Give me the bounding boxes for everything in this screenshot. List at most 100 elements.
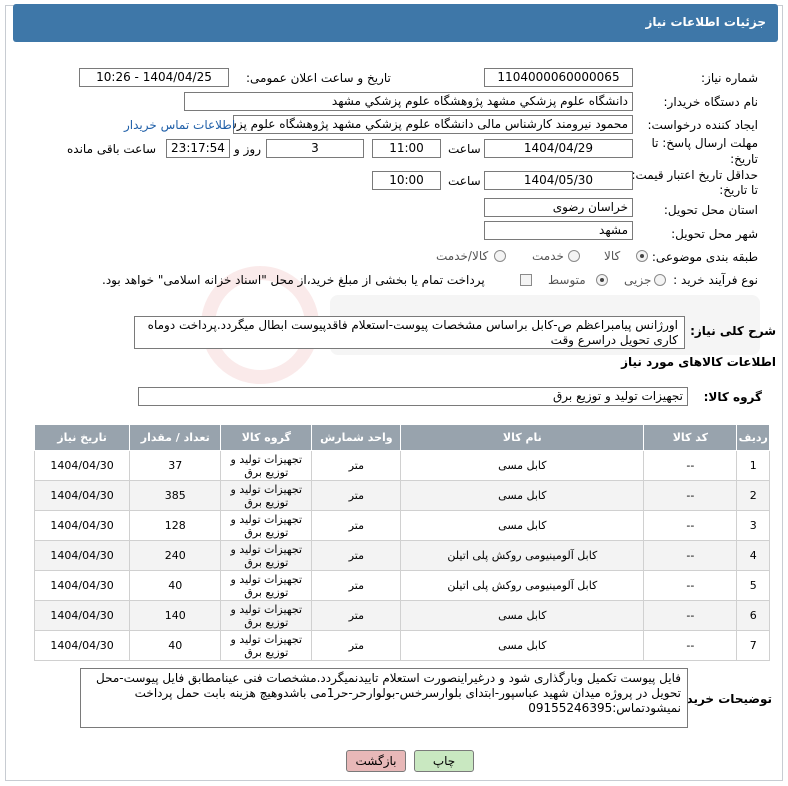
table-row: 4 -- کابل آلومینیومی روکش پلی اتیلن متر تجهی… [33,540,770,571]
goods-group-label: گروه کالا: [703,390,762,404]
table-row: 1 -- کابل مسی متر تجهیزات تولید و توزیع برق 3… [33,450,770,481]
cell-name: کابل مسی [400,510,645,541]
page-title: جزئیات اطلاعات نیاز [645,15,766,29]
cell-code: -- [643,570,738,601]
cell-unit: متر [311,540,402,571]
process-label: نوع فرآیند خرید : [673,273,758,287]
cell-code: -- [643,510,738,541]
col-header-group: گروه کالا [220,424,313,451]
announce-field: 1404/04/25 - 10:26 [79,68,229,87]
cell-unit: متر [311,570,402,601]
description-label: شرح کلی نیاز: [690,324,776,338]
cell-date: 1404/04/30 [33,480,131,511]
description-field: اورژانس پیامبراعظم ص-کابل براساس مشخصات … [134,316,685,349]
remaining-time-field: 23:17:54 [166,139,230,158]
treasury-checkbox[interactable] [520,274,532,286]
header-bar: جزئیات اطلاعات نیاز [13,4,778,42]
contact-buyer-link[interactable]: اطلاعات تماس خریدار [124,118,235,132]
cell-row-number: 4 [736,540,770,571]
table-row: 5 -- کابل آلومینیومی روکش پلی اتیلن متر تجهی… [33,570,770,601]
price-time-label: ساعت [448,174,481,188]
city-field: مشهد [484,221,633,240]
category-radio-service[interactable] [568,250,580,262]
cell-group: تجهیزات تولید و توزیع برق [220,540,313,571]
cell-code: -- [643,630,738,661]
category-option-goods: کالا [604,249,621,263]
creator-label: ایجاد کننده درخواست: [647,118,758,132]
cell-group: تجهیزات تولید و توزیع برق [220,510,313,541]
table-row: 7 -- کابل مسی متر تجهیزات تولید و توزیع برق 4… [33,630,770,661]
cell-date: 1404/04/30 [33,570,131,601]
col-header-unit: واحد شمارش [311,424,402,451]
cell-name: کابل آلومینیومی روکش پلی اتیلن [400,570,645,601]
cell-name: کابل مسی [400,630,645,661]
cell-name: کابل مسی [400,480,645,511]
process-radio-medium[interactable] [596,274,608,286]
cell-date: 1404/04/30 [33,600,131,631]
cell-row-number: 1 [736,450,770,481]
category-option-both: کالا/خدمت [436,249,489,263]
buyer-notes-field: فایل پیوست تکمیل وبارگذاری شود و درغیرای… [80,668,688,728]
price-time-field: 10:00 [372,171,441,190]
cell-date: 1404/04/30 [33,630,131,661]
process-option-medium: متوسط [548,273,586,287]
table-row: 3 -- کابل مسی متر تجهیزات تولید و توزیع برق 1… [33,510,770,541]
goods-group-field: تجهیزات تولید و توزیع برق [138,387,688,406]
cell-code: -- [643,540,738,571]
cell-date: 1404/04/30 [33,540,131,571]
cell-row-number: 2 [736,480,770,511]
col-header-qty: تعداد / مقدار [129,424,222,451]
process-option-minor: جزیی [624,273,652,287]
category-radio-both[interactable] [494,250,506,262]
price-validity-label-2: تا تاریخ: [719,183,758,197]
city-label: شهر محل تحویل: [671,227,758,241]
cell-group: تجهیزات تولید و توزیع برق [220,600,313,631]
price-validity-label: حداقل تاریخ اعتبار قیمت: [631,168,758,182]
province-label: استان محل تحویل: [663,203,758,217]
cell-code: -- [643,600,738,631]
cell-unit: متر [311,630,402,661]
category-option-service: خدمت [532,249,564,263]
cell-qty: 40 [129,630,222,661]
col-header-name: نام کالا [400,424,645,451]
buyer-org-field: دانشگاه علوم پزشکي مشهد پژوهشگاه علوم پز… [184,92,633,111]
cell-group: تجهیزات تولید و توزیع برق [220,570,313,601]
cell-row-number: 7 [736,630,770,661]
cell-unit: متر [311,450,402,481]
cell-date: 1404/04/30 [33,510,131,541]
cell-name: کابل مسی [400,600,645,631]
need-number-label: شماره نیاز: [701,71,758,85]
process-radio-minor[interactable] [654,274,666,286]
cell-qty: 385 [129,480,222,511]
deadline-date-field: 1404/04/29 [484,139,633,158]
cell-date: 1404/04/30 [33,450,131,481]
cell-group: تجهیزات تولید و توزیع برق [220,480,313,511]
table-header-row: ردیف کد کالا نام کالا واحد شمارش گروه کا… [33,424,770,451]
announce-label: تاریخ و ساعت اعلان عمومی: [246,71,391,85]
category-radio-goods[interactable] [636,250,648,262]
cell-code: -- [643,450,738,481]
cell-name: کابل آلومینیومی روکش پلی اتیلن [400,540,645,571]
need-number-field: 1104000060000065 [484,68,633,87]
cell-qty: 140 [129,600,222,631]
cell-code: -- [643,480,738,511]
print-button[interactable]: چاپ [414,750,474,772]
goods-table: ردیف کد کالا نام کالا واحد شمارش گروه کا… [33,424,770,661]
col-header-date: تاریخ نیاز [33,424,131,451]
col-header-code: کد کالا [643,424,738,451]
creator-field: محمود نیرومند کارشناس مالی دانشگاه علوم … [233,115,633,134]
treasury-note: پرداخت تمام یا بخشی از مبلغ خرید،از محل … [102,273,485,287]
cell-row-number: 6 [736,600,770,631]
days-field: 3 [266,139,364,158]
buyer-org-label: نام دستگاه خریدار: [663,95,759,109]
cell-qty: 240 [129,540,222,571]
cell-group: تجهیزات تولید و توزیع برق [220,450,313,481]
category-label: طبقه بندی موضوعی: [651,250,758,264]
deadline-time-field: 11:00 [372,139,441,158]
cell-name: کابل مسی [400,450,645,481]
back-button[interactable]: بازگشت [346,750,406,772]
table-row: 6 -- کابل مسی متر تجهیزات تولید و توزیع برق 1… [33,600,770,631]
cell-qty: 128 [129,510,222,541]
cell-row-number: 5 [736,570,770,601]
cell-unit: متر [311,510,402,541]
